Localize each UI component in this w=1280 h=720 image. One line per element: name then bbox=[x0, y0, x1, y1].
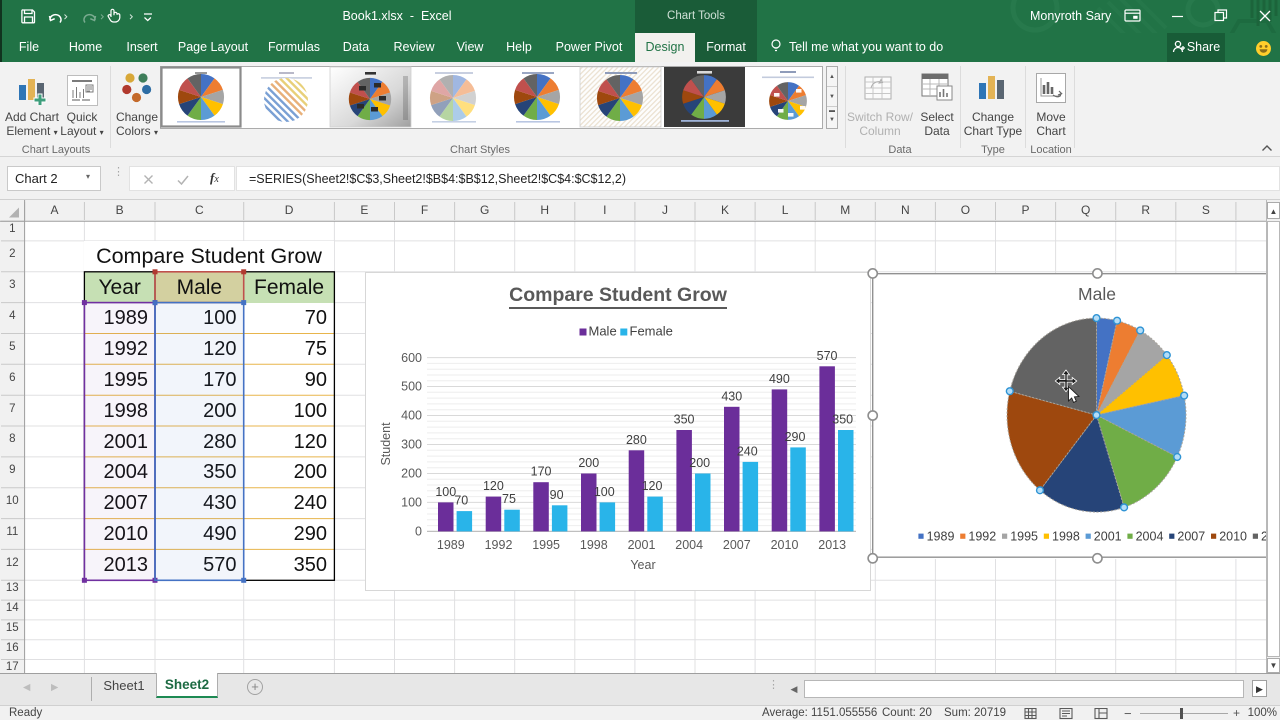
svg-text:2007: 2007 bbox=[723, 538, 751, 552]
svg-text:75: 75 bbox=[502, 492, 516, 506]
svg-text:Year: Year bbox=[630, 558, 655, 572]
svg-text:1989: 1989 bbox=[437, 538, 465, 552]
svg-text:300: 300 bbox=[401, 438, 422, 452]
svg-text:Male: Male bbox=[589, 324, 617, 339]
svg-text:350: 350 bbox=[832, 413, 853, 427]
svg-text:Female: Female bbox=[630, 324, 673, 339]
svg-text:400: 400 bbox=[401, 409, 422, 423]
svg-text:170: 170 bbox=[531, 465, 552, 479]
svg-text:350: 350 bbox=[674, 413, 695, 427]
svg-text:120: 120 bbox=[483, 479, 504, 493]
svg-text:2001: 2001 bbox=[628, 538, 656, 552]
svg-text:2013: 2013 bbox=[818, 538, 846, 552]
svg-text:600: 600 bbox=[401, 351, 422, 365]
svg-text:1998: 1998 bbox=[580, 538, 608, 552]
svg-text:430: 430 bbox=[721, 389, 742, 403]
svg-text:280: 280 bbox=[626, 433, 647, 447]
svg-text:120: 120 bbox=[642, 479, 663, 493]
svg-text:100: 100 bbox=[401, 496, 422, 510]
svg-text:200: 200 bbox=[689, 456, 710, 470]
svg-text:500: 500 bbox=[401, 380, 422, 394]
svg-text:490: 490 bbox=[769, 372, 790, 386]
svg-text:90: 90 bbox=[550, 488, 564, 502]
svg-text:70: 70 bbox=[454, 494, 468, 508]
svg-text:100: 100 bbox=[594, 485, 615, 499]
svg-text:1992: 1992 bbox=[485, 538, 513, 552]
svg-text:290: 290 bbox=[785, 430, 806, 444]
svg-text:2010: 2010 bbox=[771, 538, 799, 552]
svg-text:1995: 1995 bbox=[532, 538, 560, 552]
svg-text:100: 100 bbox=[435, 485, 456, 499]
svg-text:2004: 2004 bbox=[675, 538, 703, 552]
svg-text:570: 570 bbox=[817, 349, 838, 363]
svg-text:0: 0 bbox=[415, 525, 422, 539]
svg-text:Student: Student bbox=[379, 422, 393, 466]
svg-text:200: 200 bbox=[401, 467, 422, 481]
svg-text:240: 240 bbox=[737, 444, 758, 458]
svg-text:200: 200 bbox=[578, 456, 599, 470]
